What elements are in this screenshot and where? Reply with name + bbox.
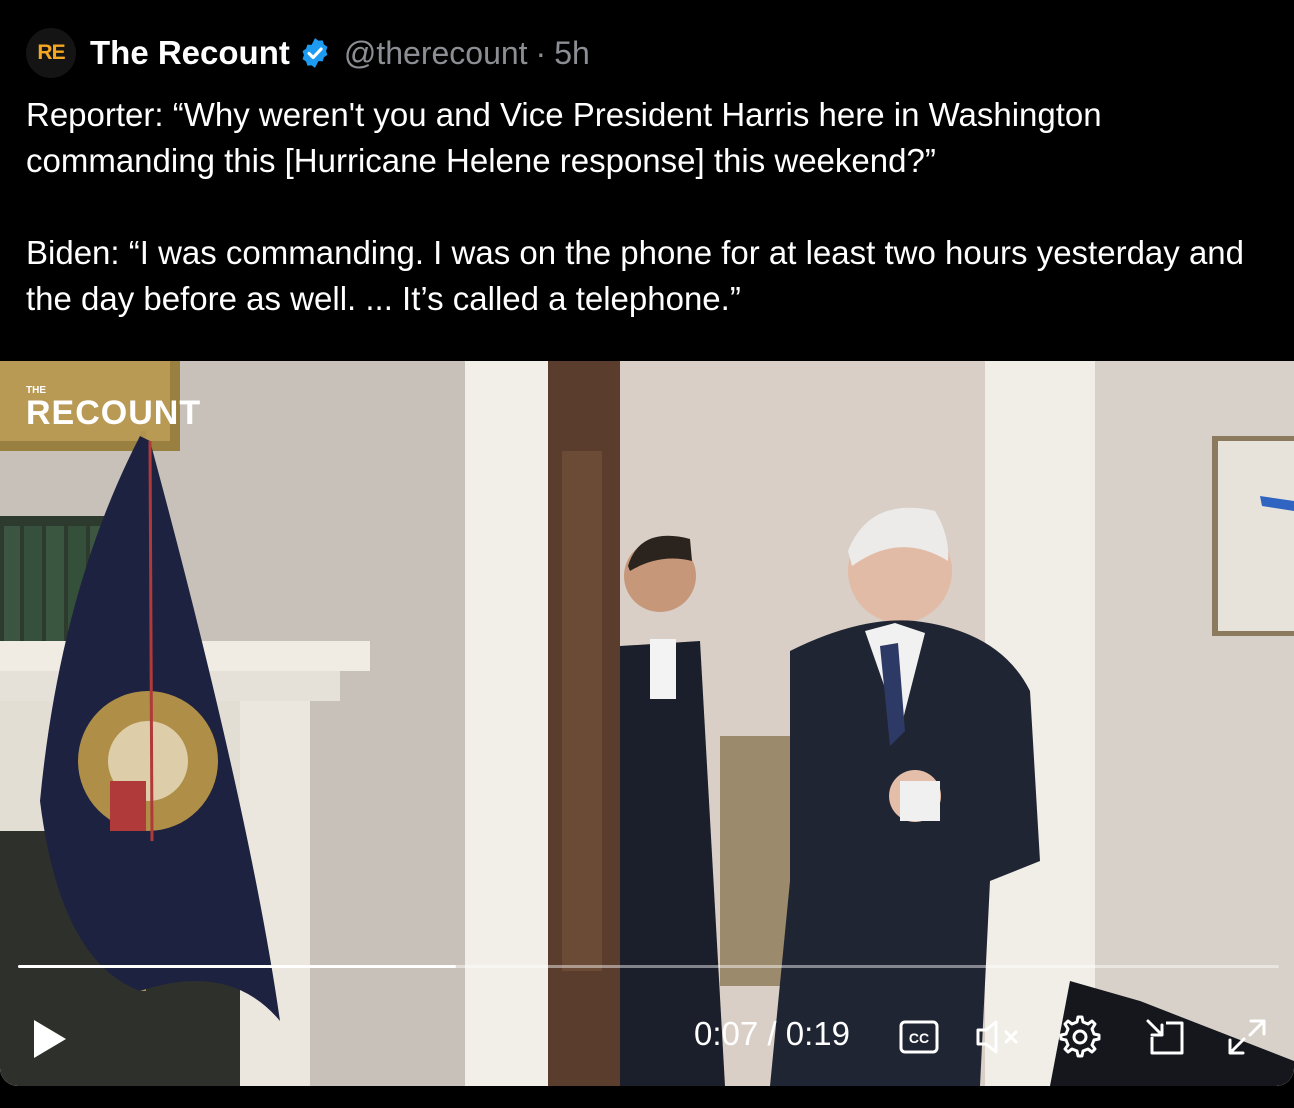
tweet-text-paragraph-2: Biden: “I was commanding. I was on the p… (26, 234, 1254, 317)
header-separator: · (535, 34, 547, 71)
author-name[interactable]: The Recount (90, 34, 290, 72)
tweet-text-paragraph-1: Reporter: “Why weren't you and Vice Pres… (26, 96, 1111, 179)
tweet-timestamp[interactable]: 5h (554, 35, 590, 72)
play-button[interactable] (30, 1017, 70, 1061)
captions-button[interactable]: CC (898, 1017, 940, 1057)
svg-text:CC: CC (909, 1030, 929, 1046)
closed-captions-icon: CC (899, 1020, 939, 1054)
video-progress-fill (18, 965, 456, 968)
author-handle[interactable]: @therecount (344, 35, 528, 72)
avatar[interactable]: RE (26, 28, 76, 78)
tweet-card: RE The Recount @therecount · 5h Reporter… (0, 0, 1294, 1108)
muted-speaker-icon (976, 1020, 1018, 1054)
picture-in-picture-button[interactable] (1142, 1015, 1188, 1059)
picture-in-picture-icon (1146, 1019, 1184, 1055)
video-watermark: THE RECOUNT (26, 385, 201, 433)
video-time-display: 0:07 / 0:19 (694, 1015, 850, 1052)
mute-button[interactable] (974, 1017, 1024, 1057)
video-frame (0, 361, 1294, 1086)
gear-icon (1059, 1015, 1101, 1058)
expand-icon (1228, 1019, 1266, 1055)
watermark-large-text: RECOUNT (26, 394, 202, 432)
tweet-text: Reporter: “Why weren't you and Vice Pres… (26, 92, 1276, 322)
avatar-logo-text: RE (37, 41, 65, 64)
video-controls: 0:07 / 0:19 CC (0, 1001, 1294, 1071)
tweet-header: RE The Recount @therecount · 5h (26, 28, 590, 78)
video-player[interactable]: THE RECOUNT 0:07 / 0:19 CC (0, 361, 1294, 1086)
settings-button[interactable] (1058, 1015, 1102, 1059)
verified-badge-icon (298, 36, 332, 70)
play-icon (34, 1020, 66, 1058)
fullscreen-button[interactable] (1224, 1015, 1270, 1059)
video-progress-bar[interactable] (18, 965, 1279, 968)
